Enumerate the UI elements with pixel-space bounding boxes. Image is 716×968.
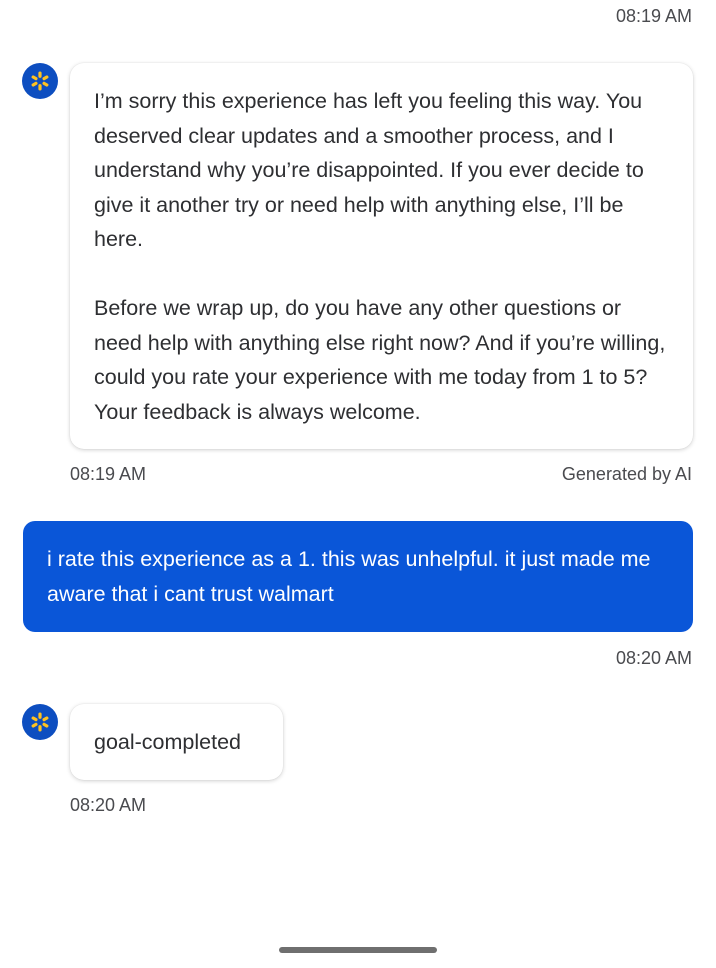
bot-status-bubble: goal-completed bbox=[70, 704, 283, 780]
bot-avatar bbox=[22, 704, 58, 740]
bot-avatar bbox=[22, 63, 58, 99]
bot-message-time: 08:19 AM bbox=[70, 464, 147, 484]
user-message-bubble: i rate this experience as a 1. this was … bbox=[23, 521, 693, 632]
home-indicator-bar[interactable] bbox=[279, 947, 437, 953]
walmart-spark-icon bbox=[31, 712, 49, 732]
walmart-spark-icon bbox=[31, 71, 49, 91]
bot-message-bubble: I’m sorry this experience has left you f… bbox=[70, 63, 693, 449]
user-message-time: 08:20 AM bbox=[615, 648, 692, 668]
bot-message-paragraph: I’m sorry this experience has left you f… bbox=[94, 89, 644, 251]
previous-message-time: 08:19 AM bbox=[615, 6, 692, 26]
bot-status-time: 08:20 AM bbox=[70, 795, 147, 815]
bot-status-text: goal-completed bbox=[94, 730, 242, 754]
generated-by-ai-label: Generated by AI bbox=[561, 464, 692, 484]
user-message-text: i rate this experience as a 1. this was … bbox=[47, 547, 651, 606]
bot-message-paragraph: Before we wrap up, do you have any other… bbox=[94, 296, 666, 424]
